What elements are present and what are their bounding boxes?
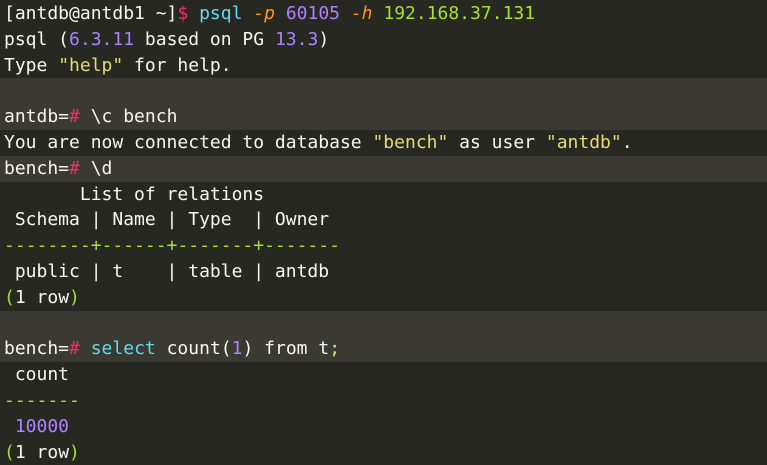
semicolon: ; [329, 338, 341, 360]
connected-message-line: You are now connected to database "bench… [4, 130, 767, 156]
row-count-paren-open: ( [4, 286, 15, 308]
describe-command: \d [79, 157, 113, 179]
select-keyword: select [90, 338, 156, 360]
connected-prefix: You are now connected to database [4, 131, 373, 153]
row-count-text: 1 row [14, 441, 70, 463]
psql-version-line: psql (6.3.11 based on PG 13.3) [4, 27, 767, 53]
host-value: 192.168.37.131 [383, 3, 536, 24]
row-count-text: 1 row [14, 286, 70, 308]
version-suffix: ) [318, 28, 330, 50]
relations-title: List of relations [4, 183, 265, 205]
psql-version: 6.3.11 [69, 28, 135, 50]
row-count-2: (1 row) [4, 440, 767, 465]
select-command-line: bench=# select count(1) from t; [0, 336, 767, 363]
terminal-window[interactable]: [antdb@antdb1 ~]$ psql -p 60105 -h 192.1… [0, 0, 767, 465]
row-count-1: (1 row) [4, 285, 767, 311]
bench-prompt: bench= [4, 338, 70, 360]
shell-prompt: [antdb@antdb1 ~] [4, 3, 178, 24]
row-count-paren-close: ) [69, 441, 80, 463]
connected-suffix: . [621, 131, 633, 153]
relations-row: public | t | table | antdb [4, 260, 330, 282]
table-name: t [318, 338, 330, 360]
user-name: "antdb" [545, 131, 622, 153]
bench-prompt: bench= [4, 157, 70, 179]
count-function: count( [166, 338, 232, 360]
blank-line [0, 78, 767, 105]
connect-command-line: antdb=# \c bench [0, 104, 767, 130]
shell-command-line: [antdb@antdb1 ~]$ psql -p 60105 -h 192.1… [4, 1, 767, 27]
count-argument: 1 [231, 338, 243, 360]
antdb-prompt: antdb= [4, 106, 70, 128]
relations-separator: --------+------+-------+------- [4, 235, 340, 257]
blank-line-2 [0, 310, 767, 337]
host-flag: -h [350, 3, 373, 24]
prompt-hash: # [69, 157, 80, 179]
connect-command: \c bench [79, 106, 178, 128]
relations-header: Schema | Name | Type | Owner [4, 209, 330, 231]
psql-command: psql [199, 3, 243, 24]
version-prefix: psql ( [4, 28, 70, 50]
help-word: "help" [58, 54, 124, 76]
shell-prompt-symbol: $ [177, 3, 189, 24]
port-flag: -p [253, 3, 275, 24]
count-value: 10000 [4, 415, 70, 437]
help-suffix: for help. [123, 54, 232, 76]
port-value: 60105 [285, 3, 340, 24]
help-prefix: Type [4, 54, 59, 76]
count-separator: ------- [4, 389, 80, 411]
connected-middle: as user [448, 131, 546, 153]
help-hint-line: Type "help" for help. [4, 53, 767, 79]
row-count-paren-open: ( [4, 441, 15, 463]
version-middle: based on PG [134, 28, 275, 50]
prompt-hash: # [69, 106, 80, 128]
prompt-hash: # [69, 338, 80, 360]
from-keyword: from [264, 338, 308, 360]
database-name: "bench" [372, 131, 449, 153]
describe-command-line: bench=# \d [0, 155, 767, 182]
pg-version: 13.3 [274, 28, 319, 50]
count-close: ) [242, 338, 254, 360]
count-header: count [4, 364, 70, 386]
row-count-paren-close: ) [69, 286, 80, 308]
